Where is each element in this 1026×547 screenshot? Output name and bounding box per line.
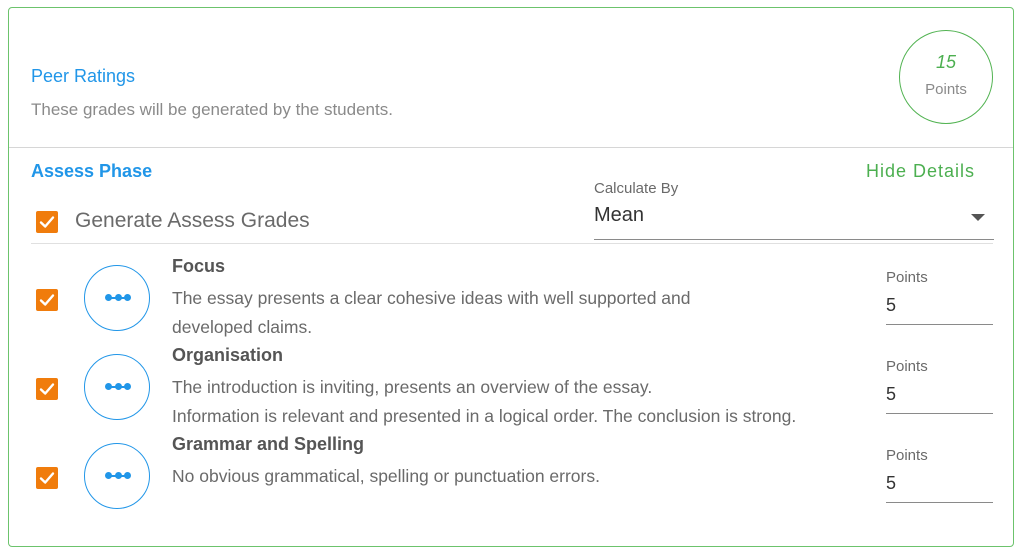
caret-down-icon	[971, 214, 985, 221]
check-icon	[39, 216, 55, 228]
more-dots-icon	[105, 294, 131, 302]
generate-assess-grades-checkbox[interactable]	[36, 211, 58, 233]
criterion-points-value: 5	[886, 384, 897, 404]
criterion-grammar-spelling: Grammar and Spelling No obvious grammati…	[9, 434, 1013, 523]
section-divider	[31, 243, 993, 244]
criterion-title: Organisation	[172, 345, 284, 365]
more-dots-icon	[105, 472, 131, 480]
total-points-label: Points	[925, 81, 967, 98]
more-dots-icon	[105, 383, 131, 391]
criterion-organisation-options-button[interactable]	[84, 354, 150, 420]
check-icon	[39, 383, 55, 395]
peer-ratings-card: Peer Ratings These grades will be genera…	[8, 7, 1014, 547]
criterion-focus-points-input[interactable]: 5	[886, 291, 993, 325]
criterion-description-line: The introduction is inviting, presents a…	[172, 377, 653, 397]
peer-ratings-header: Peer Ratings These grades will be genera…	[9, 8, 1013, 148]
criterion-organisation: Organisation The introduction is invitin…	[9, 345, 1013, 434]
criterion-points-value: 5	[886, 295, 897, 315]
criterion-grammar-spelling-points-input[interactable]: 5	[886, 469, 993, 503]
criterion-focus-options-button[interactable]	[84, 265, 150, 331]
generate-assess-grades-label: Generate Assess Grades	[75, 209, 310, 232]
criterion-title: Grammar and Spelling	[172, 434, 365, 454]
assess-phase-title: Assess Phase	[31, 161, 153, 181]
criterion-points-label: Points	[886, 269, 928, 286]
criterion-grammar-spelling-checkbox[interactable]	[36, 467, 58, 489]
peer-ratings-subtitle: These grades will be generated by the st…	[31, 100, 393, 119]
criterion-description-line: Information is relevant and presented in…	[172, 406, 797, 426]
criterion-focus-checkbox[interactable]	[36, 289, 58, 311]
criterion-title: Focus	[172, 256, 226, 276]
criterion-points-value: 5	[886, 473, 897, 493]
criterion-grammar-spelling-options-button[interactable]	[84, 443, 150, 509]
criterion-organisation-points-input[interactable]: 5	[886, 380, 993, 414]
check-icon	[39, 294, 55, 306]
peer-ratings-title: Peer Ratings	[31, 66, 136, 86]
criterion-description-line: developed claims.	[172, 317, 313, 337]
criterion-organisation-checkbox[interactable]	[36, 378, 58, 400]
criterion-points-label: Points	[886, 358, 928, 375]
criterion-points-label: Points	[886, 447, 928, 464]
calculate-by-value: Mean	[594, 204, 645, 226]
criterion-description: No obvious grammatical, spelling or punc…	[172, 462, 872, 491]
criterion-description-line: No obvious grammatical, spelling or punc…	[172, 466, 600, 486]
calculate-by-select[interactable]: Mean	[594, 201, 994, 240]
criterion-focus: Focus The essay presents a clear cohesiv…	[9, 256, 1013, 345]
criterion-description: The introduction is inviting, presents a…	[172, 373, 872, 431]
criterion-description: The essay presents a clear cohesive idea…	[172, 284, 872, 342]
hide-details-button[interactable]: Hide Details	[866, 161, 975, 182]
total-points-value: 15	[935, 52, 957, 72]
calculate-by-label: Calculate By	[594, 180, 679, 197]
total-points-badge: 15 Points	[899, 30, 993, 124]
check-icon	[39, 472, 55, 484]
criterion-description-line: The essay presents a clear cohesive idea…	[172, 288, 691, 308]
